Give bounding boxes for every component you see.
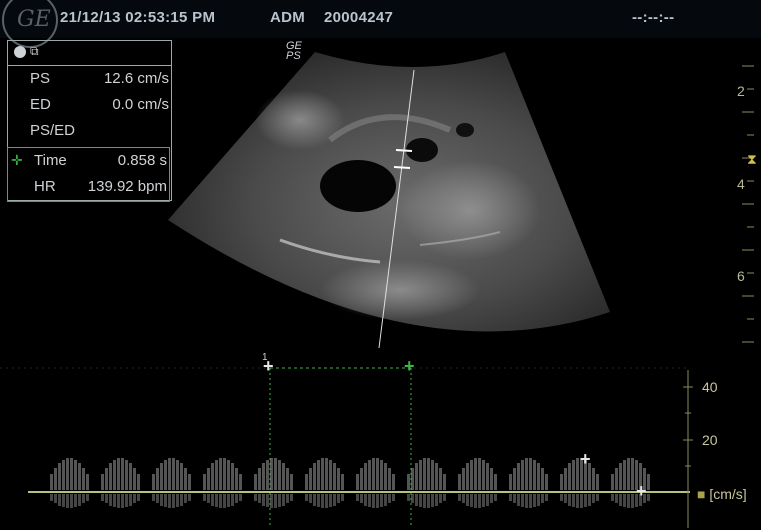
measurement-row-time: Time 0.858 s <box>34 152 167 169</box>
record-dot-icon <box>14 46 26 58</box>
probe-marker: GE PS <box>286 40 302 62</box>
ps-marker[interactable]: + <box>580 449 591 470</box>
doppler-spectrum <box>50 458 650 508</box>
caliper-marker-1[interactable]: + <box>263 356 274 377</box>
measurement-row-hr: HR 139.92 bpm <box>34 178 167 195</box>
velocity-label-40: 40 <box>702 379 718 395</box>
sample-gate-top[interactable] <box>395 149 413 152</box>
velocity-label-20: 20 <box>702 432 718 448</box>
measurement-header: ⧉ <box>8 41 171 66</box>
sample-gate-bottom[interactable] <box>393 166 411 169</box>
measurement-row-ps-ed: PS/ED <box>30 122 76 139</box>
depth-label-4: 4 <box>737 176 745 192</box>
measurement-row-ed: ED 0.0 cm/s <box>30 96 169 113</box>
active-measurement-box[interactable]: ✛ Time 0.858 s HR 139.92 bpm <box>7 147 170 202</box>
ed-marker[interactable]: + <box>636 481 647 502</box>
focus-marker-icon[interactable]: ⧗ <box>747 151 757 168</box>
depth-label-2: 2 <box>737 83 745 99</box>
depth-ruler <box>742 65 754 343</box>
caliper-marker-2[interactable]: + <box>404 356 415 377</box>
gestational-sac <box>320 160 396 212</box>
measurement-row-ps: PS 12.6 cm/s <box>30 70 169 87</box>
depth-label-6: 6 <box>737 268 745 284</box>
waveform-icon: ⧉ <box>30 44 39 58</box>
velocity-unit: ■ [cm/s] <box>697 486 747 502</box>
